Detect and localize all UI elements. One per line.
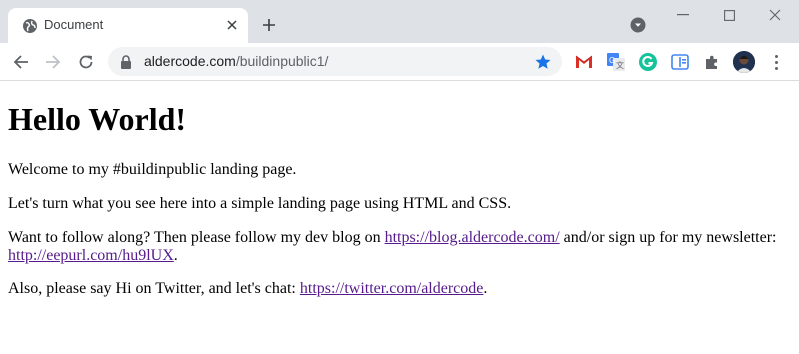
- minimize-icon[interactable]: [660, 4, 706, 26]
- google-translate-icon[interactable]: G 文: [606, 52, 626, 72]
- twitter-link[interactable]: https://twitter.com/aldercode: [300, 280, 484, 297]
- follow-text-before: Want to follow along? Then please follow…: [8, 229, 385, 246]
- tab-title: Document: [44, 17, 104, 32]
- puzzle-icon[interactable]: [702, 52, 722, 72]
- follow-text-middle: and/or sign up for my newsletter:: [559, 229, 777, 246]
- blog-link[interactable]: https://blog.aldercode.com/: [385, 229, 560, 246]
- tab-search-icon[interactable]: [630, 17, 646, 33]
- extension-icon[interactable]: [670, 52, 690, 72]
- twitter-text-before: Also, please say Hi on Twitter, and let'…: [8, 280, 300, 297]
- tab-strip: Document: [0, 0, 799, 43]
- lock-icon[interactable]: [120, 55, 132, 69]
- follow-text-after: .: [173, 246, 178, 264]
- maximize-icon[interactable]: [706, 4, 752, 26]
- active-tab[interactable]: Document: [8, 8, 248, 43]
- page-heading: Hello World!: [8, 101, 187, 137]
- page-content: Hello World! Welcome to my #buildinpubli…: [0, 81, 799, 354]
- back-arrow-icon[interactable]: [10, 51, 32, 73]
- url-text[interactable]: aldercode.com/buildinpublic1/: [144, 53, 328, 69]
- svg-text:文: 文: [616, 60, 624, 70]
- reload-icon[interactable]: [75, 51, 97, 73]
- svg-text:G: G: [609, 56, 615, 65]
- bookmark-star-icon[interactable]: [534, 53, 552, 71]
- globe-icon: [23, 19, 37, 33]
- new-tab-icon[interactable]: [258, 14, 280, 36]
- url-host: aldercode.com: [144, 53, 236, 69]
- url-path: /buildinpublic1/: [235, 53, 329, 69]
- close-tab-icon[interactable]: [224, 17, 240, 33]
- grammarly-icon[interactable]: [638, 52, 658, 72]
- address-bar[interactable]: aldercode.com/buildinpublic1/: [108, 47, 562, 76]
- toolbar: aldercode.com/buildinpublic1/ G 文: [0, 43, 799, 80]
- browser-chrome: Document aldercode.com/buildinpublic1/ G…: [0, 0, 799, 81]
- follow-paragraph: Want to follow along? Then please follow…: [8, 229, 788, 264]
- forward-arrow-icon[interactable]: [42, 51, 64, 73]
- plan-paragraph: Let's turn what you see here into a simp…: [8, 195, 512, 212]
- newsletter-link[interactable]: http://eepurl.com/hu9lUX: [8, 247, 174, 264]
- profile-avatar[interactable]: [733, 51, 755, 73]
- gmail-icon[interactable]: [574, 52, 594, 72]
- twitter-paragraph: Also, please say Hi on Twitter, and let'…: [8, 280, 788, 298]
- close-window-icon[interactable]: [752, 4, 798, 26]
- twitter-text-after: .: [483, 280, 488, 297]
- intro-paragraph: Welcome to my #buildinpublic landing pag…: [8, 161, 297, 178]
- more-menu-icon[interactable]: [768, 52, 784, 72]
